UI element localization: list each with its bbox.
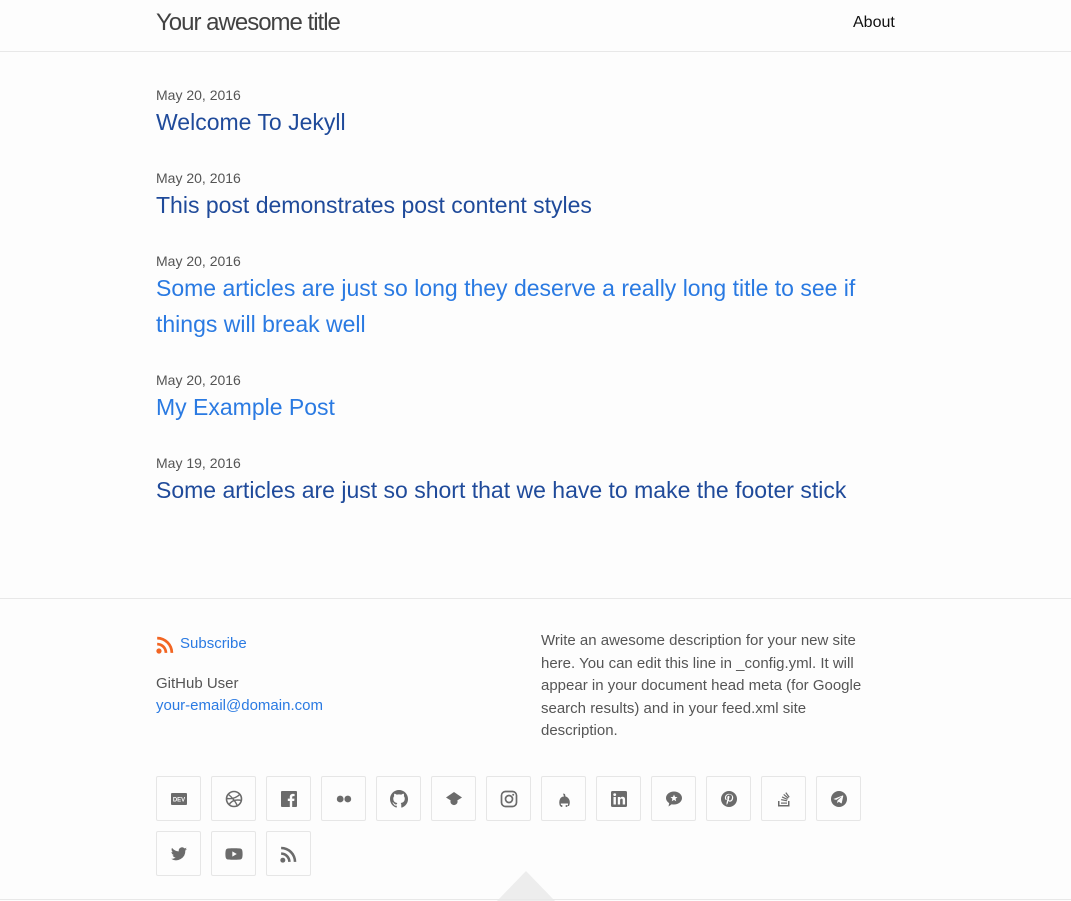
post-item: May 20, 2016 My Example Post xyxy=(156,371,896,425)
site-header: Your awesome title About xyxy=(0,0,1071,52)
svg-text:DEV: DEV xyxy=(172,797,184,803)
telegram-link[interactable] xyxy=(816,776,861,821)
post-title-link[interactable]: Some articles are just so long they dese… xyxy=(156,270,896,342)
stackoverflow-link[interactable] xyxy=(761,776,806,821)
subscribe-label: Subscribe xyxy=(180,635,247,652)
github-icon xyxy=(389,789,408,808)
back-to-top-icon[interactable] xyxy=(497,871,555,901)
linkedin-icon xyxy=(610,790,627,807)
twitter-icon xyxy=(170,846,187,860)
dev-icon: DEV xyxy=(170,792,187,805)
email-link[interactable]: your-email@domain.com xyxy=(156,697,323,714)
instagram-link[interactable] xyxy=(486,776,531,821)
dev-link[interactable]: DEV xyxy=(156,776,201,821)
google-scholar-link[interactable] xyxy=(431,776,476,821)
microdotblog-icon xyxy=(665,791,682,806)
site-footer: Subscribe GitHub User your-email@domain.… xyxy=(0,598,1071,901)
post-date: May 20, 2016 xyxy=(156,372,241,388)
facebook-link[interactable] xyxy=(266,776,311,821)
rss-icon xyxy=(156,636,174,654)
youtube-link[interactable] xyxy=(211,831,256,876)
stackoverflow-icon xyxy=(777,791,790,806)
youtube-icon xyxy=(224,847,243,860)
post-title-link[interactable]: Welcome To Jekyll xyxy=(156,104,896,140)
telegram-icon xyxy=(830,790,847,807)
post-title-link[interactable]: This post demonstrates post content styl… xyxy=(156,187,896,223)
instagram-icon xyxy=(500,790,517,807)
contact-list: GitHub User your-email@domain.com xyxy=(156,673,516,717)
post-list: May 20, 2016 Welcome To Jekyll May 20, 2… xyxy=(156,86,896,537)
post-date: May 20, 2016 xyxy=(156,253,241,269)
dribbble-icon xyxy=(225,790,242,807)
pinterest-icon xyxy=(720,790,737,807)
twitter-link[interactable] xyxy=(156,831,201,876)
post-date: May 20, 2016 xyxy=(156,87,241,103)
microdotblog-link[interactable] xyxy=(651,776,696,821)
social-row: DEV xyxy=(156,776,896,821)
keybase-icon xyxy=(558,793,570,807)
social-links: DEV xyxy=(156,776,896,876)
post-item: May 20, 2016 Welcome To Jekyll xyxy=(156,86,896,140)
post-item: May 20, 2016 Some articles are just so l… xyxy=(156,252,896,342)
post-date: May 20, 2016 xyxy=(156,170,241,186)
rss-icon xyxy=(279,846,296,863)
post-item: May 20, 2016 This post demonstrates post… xyxy=(156,169,896,223)
footer-contact: Subscribe GitHub User your-email@domain.… xyxy=(156,634,516,717)
flickr-icon xyxy=(336,795,351,802)
site-description: Write an awesome description for your ne… xyxy=(541,632,862,739)
flickr-link[interactable] xyxy=(321,776,366,821)
pinterest-link[interactable] xyxy=(706,776,751,821)
keybase-link[interactable] xyxy=(541,776,586,821)
social-row xyxy=(156,831,896,876)
post-item: May 19, 2016 Some articles are just so s… xyxy=(156,454,896,508)
site-title-link[interactable]: Your awesome title xyxy=(156,8,341,38)
post-title-link[interactable]: My Example Post xyxy=(156,389,896,425)
google-scholar-icon xyxy=(445,791,462,805)
author-name: GitHub User xyxy=(156,675,239,692)
subscribe-link[interactable]: Subscribe xyxy=(156,634,516,654)
post-date: May 19, 2016 xyxy=(156,455,241,471)
post-title-link[interactable]: Some articles are just so short that we … xyxy=(156,472,896,508)
facebook-icon xyxy=(280,790,297,807)
linkedin-link[interactable] xyxy=(596,776,641,821)
divider xyxy=(0,899,1071,900)
nav-about-link[interactable]: About xyxy=(853,13,895,33)
github-link[interactable] xyxy=(376,776,421,821)
rss-feed-link[interactable] xyxy=(266,831,311,876)
dribbble-link[interactable] xyxy=(211,776,256,821)
